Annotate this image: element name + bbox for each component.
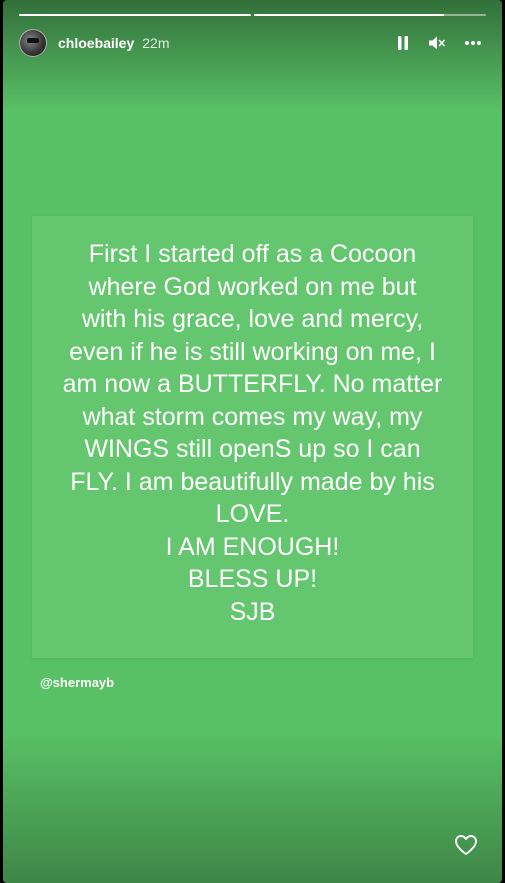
more-icon[interactable] bbox=[464, 40, 482, 46]
card-line: I AM ENOUGH! bbox=[165, 532, 340, 561]
story-viewer[interactable]: chloebailey 22m First I started off as a… bbox=[3, 0, 502, 883]
card-line: First I started off as a Cocoon bbox=[88, 240, 417, 268]
heart-icon[interactable] bbox=[454, 834, 478, 861]
pause-icon[interactable] bbox=[396, 35, 410, 51]
text-card: First I started off as a Cocoon where Go… bbox=[32, 216, 473, 658]
card-line: where God worked on me but bbox=[88, 272, 417, 301]
bottom-gradient bbox=[3, 733, 502, 883]
card-line: even if he is still working on me, I bbox=[69, 337, 436, 366]
progress-segment-1 bbox=[19, 14, 251, 16]
card-line: FLY. I am beautifully made by his bbox=[70, 467, 435, 496]
story-controls bbox=[396, 35, 482, 51]
story-progress bbox=[19, 14, 486, 16]
post-time: 22m bbox=[142, 35, 170, 51]
username[interactable]: chloebailey bbox=[58, 35, 134, 51]
card-line: what storm comes my way, my bbox=[82, 402, 423, 431]
card-line: WINGS still openS up so I can bbox=[84, 435, 421, 463]
card-line: BLESS UP! bbox=[187, 565, 318, 593]
card-line: with his grace, love and mercy, bbox=[81, 305, 424, 333]
card-line: SJB bbox=[229, 597, 276, 626]
card-line: am now a BUTTERFLY. No matter bbox=[62, 370, 443, 398]
story-header: chloebailey 22m bbox=[19, 28, 482, 58]
avatar[interactable] bbox=[19, 29, 47, 57]
mute-icon[interactable] bbox=[428, 35, 446, 51]
progress-segment-2 bbox=[254, 14, 486, 16]
card-text: First I started off as a Cocoon where Go… bbox=[32, 238, 473, 628]
card-line: LOVE. bbox=[215, 500, 290, 528]
mention-sticker[interactable]: @shermayb bbox=[40, 675, 114, 690]
